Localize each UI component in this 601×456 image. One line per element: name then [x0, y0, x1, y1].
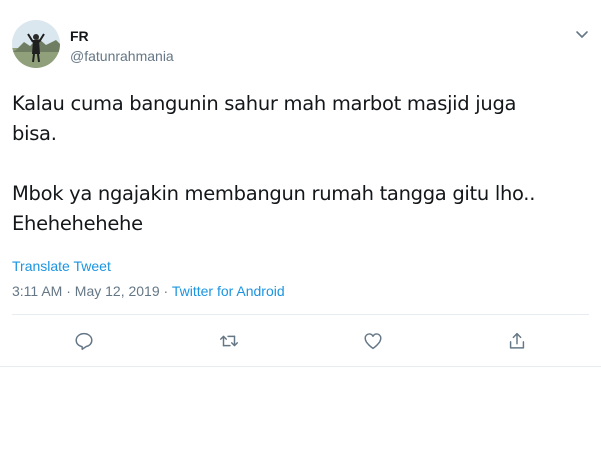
share-icon: [509, 332, 525, 349]
retweet-button[interactable]: [218, 330, 240, 352]
avatar[interactable]: [12, 20, 60, 68]
tweet-time[interactable]: 3:11 AM: [12, 283, 62, 299]
meta-separator: ·: [159, 283, 172, 299]
tweet-date[interactable]: May 12, 2019: [75, 283, 160, 299]
divider: [0, 366, 601, 367]
translate-tweet-link[interactable]: Translate Tweet: [12, 258, 111, 274]
reply-icon: [75, 332, 93, 350]
like-button[interactable]: [362, 330, 384, 352]
author-handle[interactable]: @fatunrahmania: [70, 48, 174, 64]
tweet-source-link[interactable]: Twitter for Android: [172, 283, 285, 299]
retweet-icon: [220, 335, 238, 347]
tweet-metadata: 3:11 AM · May 12, 2019 · Twitter for And…: [12, 283, 285, 299]
chevron-down-icon[interactable]: [574, 26, 590, 42]
author-name[interactable]: FR: [70, 28, 89, 44]
avatar-image: [12, 20, 60, 68]
divider: [12, 314, 589, 315]
meta-separator: ·: [62, 283, 75, 299]
heart-icon: [364, 333, 382, 350]
reply-button[interactable]: [73, 330, 95, 352]
tweet-text: Kalau cuma bangunin sahur mah marbot mas…: [12, 92, 536, 235]
tweet-card: FR @fatunrahmania Kalau cuma bangunin sa…: [0, 0, 601, 456]
share-button[interactable]: [506, 330, 528, 352]
